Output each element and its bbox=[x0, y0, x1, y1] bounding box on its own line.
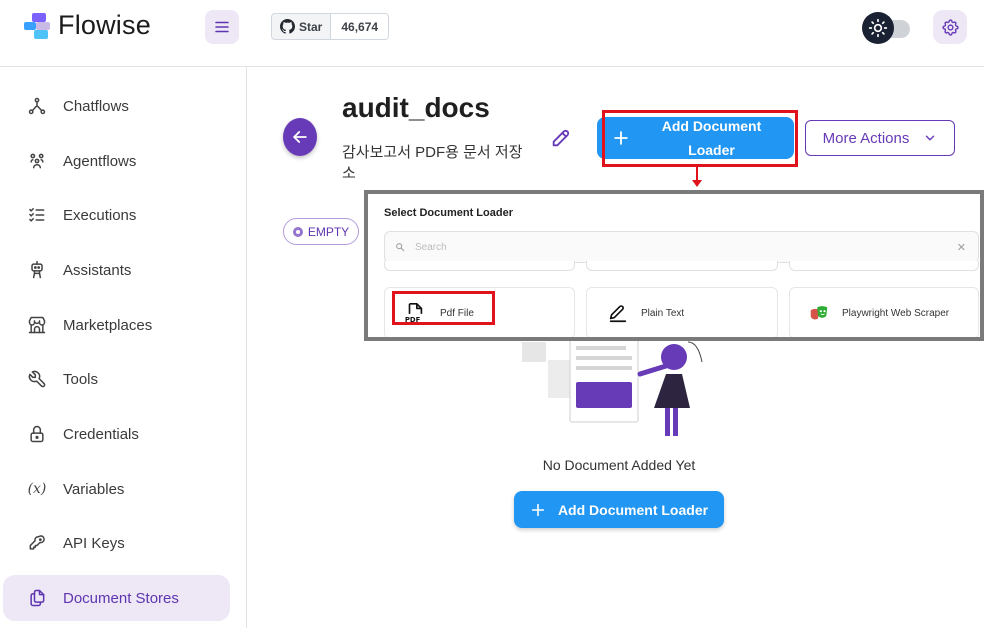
building-store-icon bbox=[27, 315, 47, 335]
pencil-edit-icon bbox=[552, 129, 570, 147]
list-check-icon bbox=[27, 205, 47, 225]
sidebar-item-chatflows[interactable]: Chatflows bbox=[3, 83, 230, 129]
clear-search-icon[interactable]: ✕ bbox=[957, 241, 966, 254]
menu-icon bbox=[215, 21, 229, 33]
loader-label: Playwright Web Scraper bbox=[842, 307, 950, 319]
more-actions-label: More Actions bbox=[822, 129, 910, 147]
sidebar-item-api-keys[interactable]: API Keys bbox=[3, 520, 230, 566]
chevron-down-icon bbox=[926, 135, 935, 141]
app-root: Flowise Star 46,674 Chatflows Agentflows… bbox=[0, 0, 984, 628]
sidebar-item-label: Tools bbox=[63, 370, 99, 388]
sidebar-item-label: API Keys bbox=[63, 534, 125, 552]
loader-search-input[interactable]: Search ✕ bbox=[384, 231, 979, 263]
files-icon bbox=[27, 588, 47, 608]
gear-icon bbox=[941, 18, 959, 36]
tool-icon bbox=[27, 369, 47, 389]
loader-card-partial[interactable] bbox=[789, 261, 979, 271]
sidebar-item-label: Credentials bbox=[63, 425, 139, 443]
empty-state-illustration bbox=[522, 336, 703, 436]
loader-card-playwright[interactable]: Playwright Web Scraper bbox=[789, 287, 979, 337]
sidebar-item-agentflows[interactable]: Agentflows bbox=[3, 138, 230, 184]
annotation-arrow-head bbox=[692, 180, 702, 187]
sidebar-item-label: Variables bbox=[63, 480, 125, 498]
add-document-loader-button-secondary[interactable]: Add Document Loader bbox=[514, 491, 724, 528]
app-name: Flowise bbox=[58, 10, 151, 40]
sidebar-item-credentials[interactable]: Credentials bbox=[3, 411, 230, 457]
sidebar-item-variables[interactable]: (x) Variables bbox=[3, 466, 230, 512]
toggle-knob bbox=[862, 12, 894, 44]
sidebar-item-tools[interactable]: Tools bbox=[3, 356, 230, 402]
loader-card-partial[interactable] bbox=[586, 261, 778, 271]
hierarchy-icon bbox=[27, 96, 47, 116]
search-icon bbox=[396, 243, 405, 252]
status-label: EMPTY bbox=[307, 224, 350, 239]
lock-icon bbox=[27, 424, 47, 444]
playwright-icon bbox=[810, 306, 828, 320]
status-badge: EMPTY bbox=[283, 218, 359, 245]
pencil-icon bbox=[609, 305, 627, 323]
sidebar-item-label: Assistants bbox=[63, 261, 132, 279]
back-button[interactable] bbox=[283, 118, 317, 156]
page-title: audit_docs bbox=[342, 92, 490, 123]
loader-card-partial[interactable] bbox=[384, 261, 575, 271]
github-star-widget[interactable]: Star 46,674 bbox=[271, 13, 390, 40]
sidebar-item-label: Chatflows bbox=[63, 97, 129, 115]
settings-button[interactable] bbox=[933, 10, 967, 44]
search-placeholder: Search bbox=[415, 241, 447, 253]
add-document-loader-label: Add Document Loader bbox=[557, 501, 709, 518]
star-count[interactable]: 46,674 bbox=[331, 14, 389, 39]
sidebar-item-executions[interactable]: Executions bbox=[3, 192, 230, 238]
sun-icon bbox=[868, 18, 888, 38]
variable-icon: (x) bbox=[27, 481, 47, 497]
sidebar-item-label: Executions bbox=[63, 206, 137, 224]
highlight-box bbox=[602, 110, 798, 167]
annotation-arrow bbox=[696, 167, 698, 181]
dialog-title: Select Document Loader bbox=[384, 207, 513, 219]
empty-state-message: No Document Added Yet bbox=[542, 457, 696, 473]
flowise-logo-icon bbox=[22, 11, 52, 41]
highlight-box bbox=[392, 291, 495, 325]
sidebar: Chatflows Agentflows Executions Assistan… bbox=[0, 67, 247, 628]
star-label: Star bbox=[299, 19, 323, 34]
store-description: 감사보고서 PDF용 문서 저장소 bbox=[342, 144, 523, 182]
sidebar-item-marketplaces[interactable]: Marketplaces bbox=[3, 302, 230, 348]
status-dot-icon bbox=[292, 226, 303, 237]
more-actions-button[interactable]: More Actions bbox=[805, 120, 955, 156]
dark-mode-toggle[interactable] bbox=[862, 12, 912, 44]
key-icon bbox=[27, 533, 47, 553]
sidebar-item-label: Marketplaces bbox=[63, 316, 153, 334]
robot-icon bbox=[27, 260, 47, 280]
sidebar-item-label: Document Stores bbox=[63, 589, 179, 607]
loader-card-plain-text[interactable]: Plain Text bbox=[586, 287, 778, 337]
sidebar-item-assistants[interactable]: Assistants bbox=[3, 247, 230, 293]
menu-toggle-button[interactable] bbox=[205, 10, 239, 44]
top-header: Flowise Star 46,674 bbox=[0, 0, 984, 67]
edit-button[interactable] bbox=[550, 127, 572, 149]
users-group-icon bbox=[27, 151, 47, 171]
github-icon bbox=[280, 19, 295, 34]
flowise-logo[interactable]: Flowise bbox=[22, 10, 151, 41]
github-star-button[interactable]: Star bbox=[272, 14, 332, 39]
sidebar-item-label: Agentflows bbox=[63, 152, 137, 170]
arrow-left-icon bbox=[293, 131, 307, 143]
loader-label: Plain Text bbox=[641, 307, 685, 319]
sidebar-item-document-stores[interactable]: Document Stores bbox=[3, 575, 230, 621]
plus-icon bbox=[531, 503, 545, 516]
